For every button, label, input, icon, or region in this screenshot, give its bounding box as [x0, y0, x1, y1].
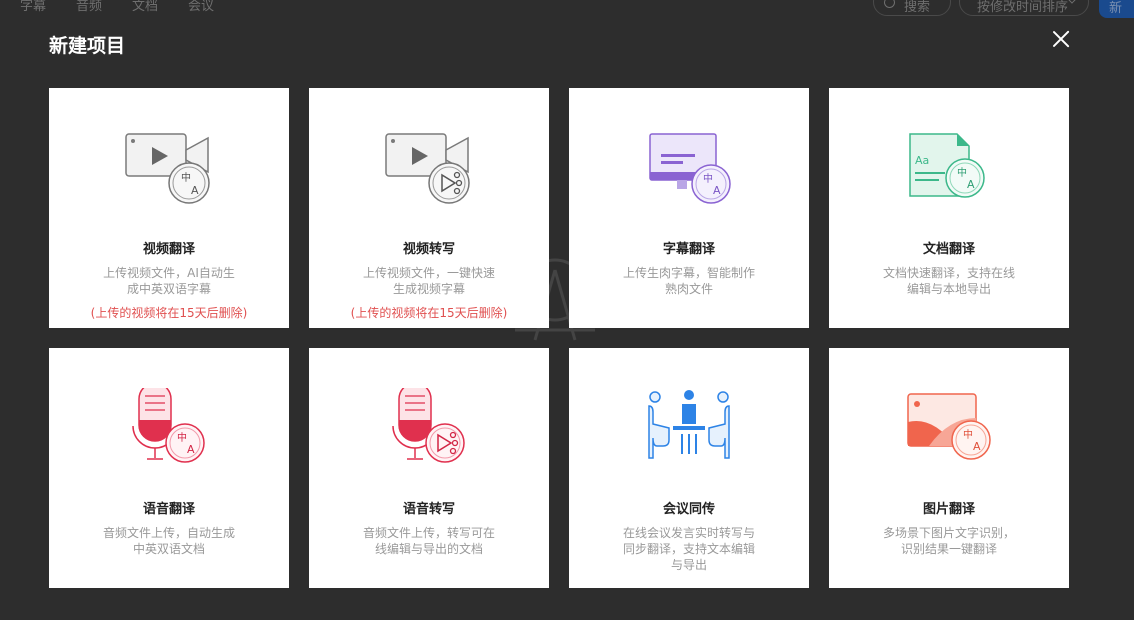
svg-text:A: A [973, 440, 981, 453]
card-description: 音频文件上传，转写可在线编辑与导出的文档 [362, 526, 495, 556]
card-title: 文档翻译 [922, 242, 975, 257]
svg-text:中: 中 [177, 431, 187, 444]
close-icon[interactable] [1049, 27, 1073, 51]
card-audio-translate[interactable]: 中 A 语音翻译 音频文件上传，自动生成中英双语文档 [49, 348, 289, 588]
bg-search-box: 搜索 [873, 0, 951, 16]
card-video-translate[interactable]: 中 A 视频翻译 上传视频文件，AI自动生成中英双语字幕 (上传的视频将在15天… [49, 88, 289, 328]
svg-text:中: 中 [181, 171, 191, 184]
audio-transcribe-icon [379, 388, 479, 468]
card-title: 图片翻译 [922, 502, 975, 517]
card-warning: (上传的视频将在15天后删除) [90, 306, 248, 320]
subtitle-translate-icon: 中 A [639, 128, 739, 208]
card-meeting-interpret[interactable]: 会议同传 在线会议发言实时转写与同步翻译，支持文本编辑与导出 [569, 348, 809, 588]
background-toolbar: 字幕 音频 文档 会议 搜索 按修改时间排序 新 [0, 0, 1134, 20]
bg-sort-select: 按修改时间排序 [959, 0, 1089, 16]
card-warning: (上传的视频将在15天后删除) [350, 306, 508, 320]
bg-tab-document: 文档 [132, 0, 159, 14]
image-translate-icon: 中 A [899, 388, 999, 468]
card-audio-transcribe[interactable]: 语音转写 音频文件上传，转写可在线编辑与导出的文档 [309, 348, 549, 588]
document-translate-icon: Aa 中 A [899, 128, 999, 208]
svg-text:中: 中 [957, 166, 967, 179]
svg-text:A: A [713, 184, 721, 197]
search-icon [884, 0, 895, 8]
bg-tab-subtitle: 字幕 [20, 0, 47, 14]
svg-text:中: 中 [963, 428, 973, 441]
audio-translate-icon: 中 A [119, 388, 219, 468]
card-description: 文档快速翻译，支持在线编辑与本地导出 [882, 266, 1015, 296]
meeting-interpret-icon [639, 388, 739, 468]
card-description: 在线会议发言实时转写与同步翻译，支持文本编辑与导出 [622, 526, 755, 572]
modal-title: 新建项目 [49, 35, 126, 57]
card-description: 上传视频文件，AI自动生成中英双语字幕 [103, 266, 235, 296]
card-title: 会议同传 [662, 502, 715, 517]
svg-text:中: 中 [703, 172, 713, 185]
bg-new-label: 新 [1109, 1, 1123, 16]
card-title: 视频翻译 [142, 242, 195, 257]
svg-text:A: A [967, 178, 975, 191]
card-video-transcribe[interactable]: 视频转写 上传视频文件，一键快速生成视频字幕 (上传的视频将在15天后删除) [309, 88, 549, 328]
card-description: 音频文件上传，自动生成中英双语文档 [102, 526, 235, 556]
card-title: 视频转写 [402, 242, 455, 257]
svg-text:A: A [187, 443, 195, 456]
card-title: 语音翻译 [142, 502, 195, 517]
video-transcribe-icon [379, 128, 479, 208]
chevron-down-icon [1066, 0, 1078, 4]
card-title: 字幕翻译 [662, 242, 715, 257]
card-title: 语音转写 [402, 502, 455, 517]
card-description: 上传视频文件，一键快速生成视频字幕 [362, 266, 495, 296]
card-description: 上传生肉字幕，智能制作熟肉文件 [622, 266, 755, 296]
bg-sort-label: 按修改时间排序 [977, 0, 1069, 15]
video-translate-icon: 中 A [119, 128, 219, 208]
svg-text:Aa: Aa [915, 154, 929, 167]
card-image-translate[interactable]: 中 A 图片翻译 多场景下图片文字识别，识别结果一键翻译 [829, 348, 1069, 588]
bg-tab-audio: 音频 [76, 0, 103, 14]
card-document-translate[interactable]: Aa 中 A 文档翻译 文档快速翻译，支持在线编辑与本地导出 [829, 88, 1069, 328]
bg-tab-meeting: 会议 [188, 0, 215, 14]
card-subtitle-translate[interactable]: 中 A 字幕翻译 上传生肉字幕，智能制作熟肉文件 [569, 88, 809, 328]
bg-search-label: 搜索 [904, 0, 931, 15]
card-description: 多场景下图片文字识别，识别结果一键翻译 [882, 526, 1015, 556]
bg-new-button: 新 [1099, 0, 1134, 18]
svg-text:A: A [191, 184, 199, 197]
